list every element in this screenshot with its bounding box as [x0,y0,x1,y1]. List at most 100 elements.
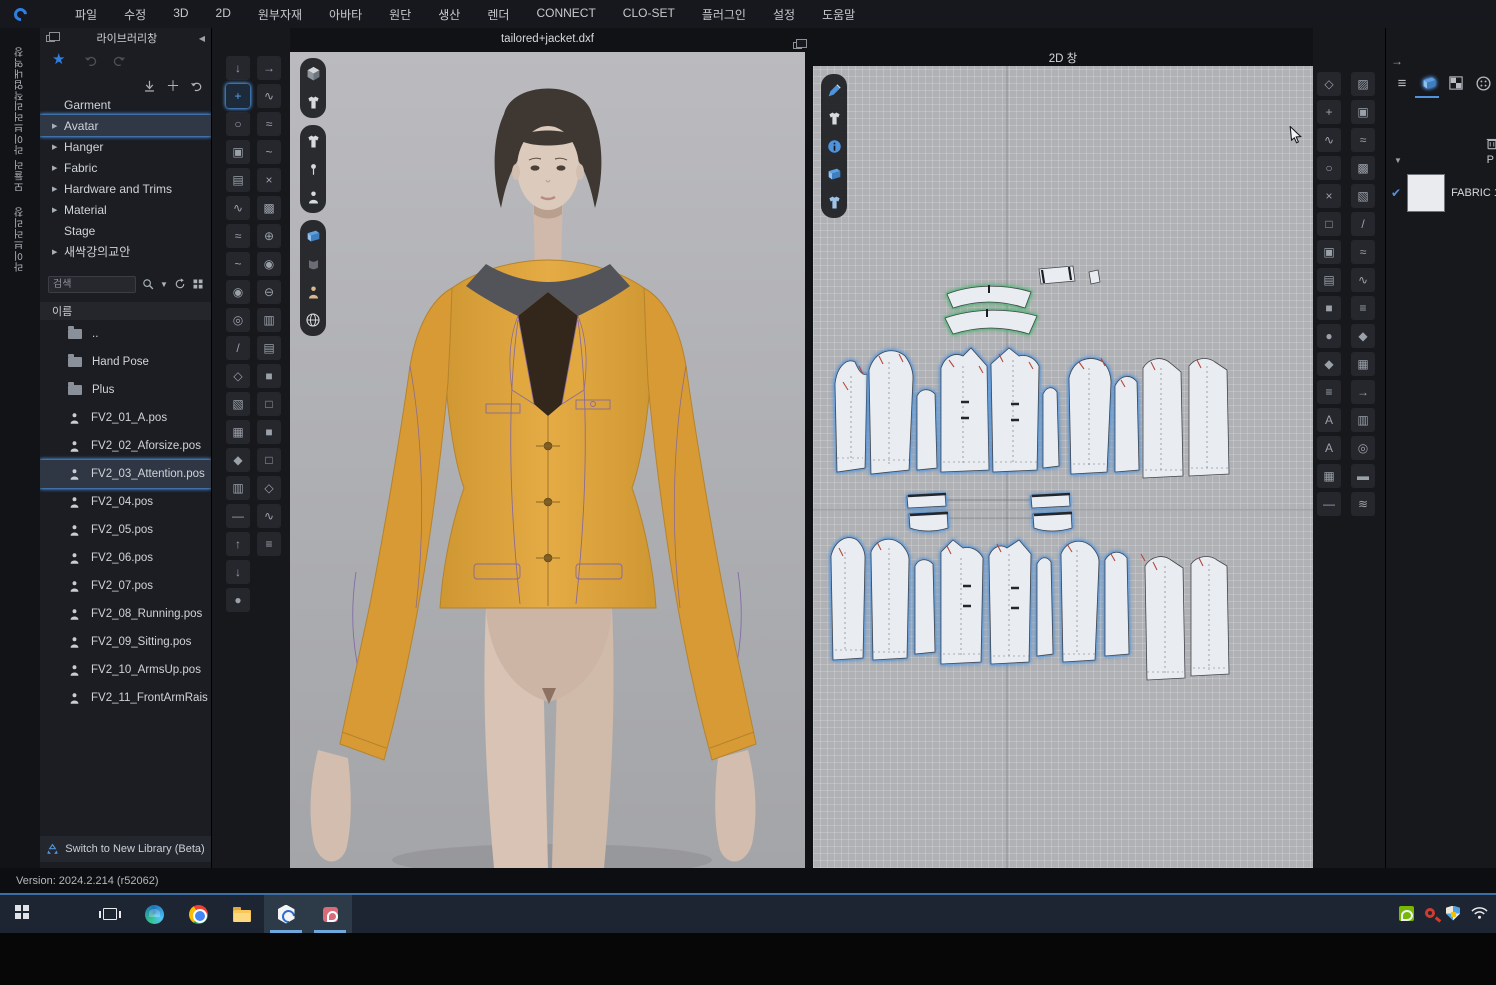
simulate[interactable]: ↓ [226,56,250,80]
pattern-piece[interactable] [871,539,909,660]
seam-tape[interactable]: ▬ [1351,464,1375,488]
menu-connect[interactable]: CONNECT [536,6,595,23]
piping[interactable]: ∿ [257,504,281,528]
FV2_01_A.pos[interactable]: FV2_01_A.pos [40,404,211,432]
Avatar[interactable]: ▶ Avatar [40,115,211,136]
environment-view-icon[interactable] [304,311,322,329]
refresh-icon[interactable] [174,278,186,290]
Fabric[interactable]: ▶ Fabric [40,157,211,178]
seam-allowance[interactable]: ▤ [1317,268,1341,292]
texture-checker[interactable]: ▩ [257,196,281,220]
menu-closet[interactable]: CLO-SET [623,6,675,23]
show-avatar-icon[interactable] [304,188,322,206]
2d-pattern-viewport[interactable]: .pc{fill:#e9edf2;stroke:#41454c;stroke-w… [813,66,1313,868]
shirring[interactable]: ≡ [1351,296,1375,320]
3d-viewport[interactable] [290,52,805,868]
fit-to-garment[interactable]: ▣ [226,140,250,164]
avatar-3d[interactable] [290,52,805,868]
vtab-library[interactable]: 라이브러리창 [13,206,28,272]
trim-rect-a[interactable]: ■ [257,364,281,388]
add-point[interactable]: ○ [1317,156,1341,180]
stitch-free[interactable]: ≈ [257,112,281,136]
edit-curvature[interactable]: ∿ [1317,128,1341,152]
FV2_08_Running.pos[interactable]: FV2_08_Running.pos [40,600,211,628]
seam-ripper[interactable]: × [257,168,281,192]
3d-popout-icon[interactable] [793,42,802,49]
pattern-piece[interactable] [941,348,989,472]
select-move[interactable]: + [226,84,250,108]
pattern-annotation[interactable]: A [1317,436,1341,460]
FV2_06.pos[interactable]: FV2_06.pos [40,544,211,572]
pattern-piece[interactable] [1043,388,1059,468]
taskbar-file-explorer[interactable] [220,895,264,933]
tab-scene-list[interactable]: ≡ [1391,72,1413,94]
search-options-caret-icon[interactable]: ▼ [160,280,168,289]
edit-sewing[interactable]: ~ [226,252,250,276]
notch[interactable]: ≡ [1317,380,1341,404]
trim-rect-d[interactable]: □ [257,448,281,472]
iron[interactable]: ▨ [1351,72,1375,96]
drape-view-icon[interactable] [304,255,322,273]
trace[interactable]: ▣ [1317,240,1341,264]
FV2_07.pos[interactable]: FV2_07.pos [40,572,211,600]
FV2_05.pos[interactable]: FV2_05.pos [40,516,211,544]
fabric-check-icon[interactable]: ✔ [1391,186,1401,200]
pleats[interactable]: ≋ [1351,492,1375,516]
dart[interactable]: ◆ [1317,352,1341,376]
popout-icon[interactable] [46,35,55,42]
select-lasso[interactable]: ○ [226,112,250,136]
garment-layer-down[interactable]: ↓ [226,560,250,584]
새싹강의교안[interactable]: ▶ 새싹강의교안 [40,241,211,262]
pattern-piece[interactable] [1037,558,1053,656]
collar-pattern-piece[interactable] [945,310,1037,334]
menu-3d[interactable]: 3D [173,6,188,23]
pattern-ruler[interactable]: — [1317,492,1341,516]
grading[interactable]: ▦ [1317,464,1341,488]
Hanger[interactable]: ▶ Hanger [40,136,211,157]
favorites-icon[interactable]: ★ [52,50,65,68]
pattern-piece[interactable] [917,390,937,470]
trim[interactable]: ◇ [257,476,281,500]
fabric-view-icon[interactable] [304,227,322,245]
add-icon[interactable]: ＋ [166,76,180,96]
collapse-arrow-icon[interactable]: ◀ [199,34,205,43]
pattern-piece[interactable] [1191,557,1229,676]
segment-sewing[interactable]: ∿ [226,196,250,220]
trim-rect-c[interactable]: ■ [257,420,281,444]
patch[interactable]: ◆ [1351,324,1375,348]
sewing-machine[interactable]: ▤ [226,168,250,192]
zipper-puller[interactable]: ▤ [257,336,281,360]
menu-settings[interactable]: 설정 [773,6,795,23]
flatten-to-pattern[interactable]: ▧ [226,392,250,416]
show-base-pattern-icon[interactable] [825,193,843,211]
button-head[interactable]: ◉ [257,252,281,276]
pattern-3d-sync[interactable]: ◎ [1351,436,1375,460]
FV2_02_Aforsize.pos[interactable]: FV2_02_Aforsize.pos [40,432,211,460]
pattern-outline[interactable]: □ [1317,212,1341,236]
pattern-info-icon[interactable] [825,137,843,155]
menu-file[interactable]: 파일 [75,6,97,23]
FV2_10_ArmsUp.pos[interactable]: FV2_10_ArmsUp.pos [40,656,211,684]
menu-materials[interactable]: 원부자재 [258,6,302,23]
internal-rectangle[interactable]: ■ [1317,296,1341,320]
puckering[interactable]: ≈ [1351,128,1375,152]
button-tool[interactable]: ⊕ [257,224,281,248]
trim-rect-b[interactable]: □ [257,392,281,416]
free-sewing[interactable]: ≈ [226,224,250,248]
sewing-needle[interactable]: / [226,336,250,360]
redo-icon[interactable] [112,54,126,68]
fabric-swatch[interactable] [1407,174,1445,212]
garment-layer-up[interactable]: ↑ [226,532,250,556]
texture-edit[interactable]: ▧ [1351,184,1375,208]
vtab-history[interactable]: 작업내역창 [13,46,28,101]
text-tool[interactable]: A [1317,408,1341,432]
menu-2d[interactable]: 2D [216,6,231,23]
menu-avatar[interactable]: 아바타 [329,6,362,23]
pattern-piece[interactable] [1069,359,1111,474]
transform-pattern[interactable]: ◇ [1317,72,1341,96]
nvidia-settings-icon[interactable] [1399,906,1414,921]
Material[interactable]: ▶ Material [40,199,211,220]
taskbar-task-view[interactable] [88,895,132,933]
Garment[interactable]: ▶ Garment [40,94,211,115]
pattern-piece[interactable] [915,560,935,654]
